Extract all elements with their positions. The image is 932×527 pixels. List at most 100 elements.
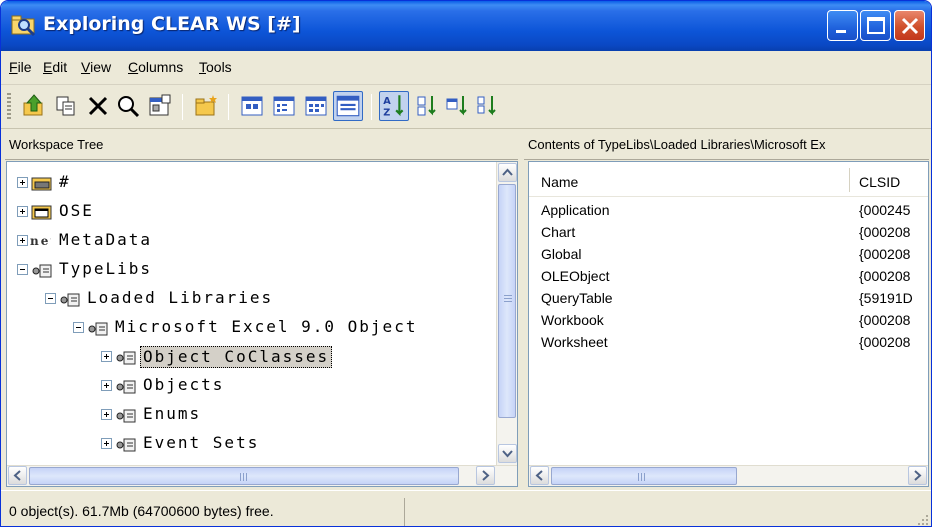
list-item[interactable]: Global {000208 [529,244,928,266]
scroll-up-button[interactable] [498,163,517,182]
status-bar: 0 object(s). 61.7Mb (64700600 bytes) fre… [1,490,931,526]
tree-node-loaded-libraries[interactable]: Loaded Libraries [7,286,487,312]
large-icons-view-icon[interactable] [239,93,265,119]
tree-node-metadata[interactable]: net MetaData [7,228,487,254]
list-item[interactable]: Worksheet {000208 [529,332,928,354]
typelib-icon [60,293,80,307]
menu-columns[interactable]: Columns [128,59,183,75]
sort-ascending-icon: A Z [383,95,404,119]
workspace-tree[interactable]: # OSE net MetaData TypeL [6,161,518,487]
list-item[interactable]: QueryTable {59191D [529,288,928,310]
scroll-left-button[interactable] [8,466,27,485]
find-icon[interactable] [115,93,141,119]
sort-by-size-icon[interactable] [415,93,441,119]
toolbar-grip[interactable] [7,93,11,121]
typelib-icon [116,438,136,452]
list-view-icon[interactable] [303,93,329,119]
scroll-grip-icon [504,295,512,303]
expand-icon[interactable] [101,351,112,362]
typelib-icon [32,264,52,278]
dotnet-icon: net [30,234,51,248]
copy-icon[interactable] [53,93,79,119]
tree-node-ose[interactable]: OSE [7,199,487,225]
menu-edit[interactable]: Edit [43,59,67,75]
typelib-icon [116,380,136,394]
toolbar-separator [228,94,229,120]
title-bar[interactable]: Exploring CLEAR WS [#] [1,1,931,51]
sort-ascending-button[interactable]: A Z [379,91,409,121]
tree-node-enums[interactable]: Enums [7,402,487,428]
new-folder-icon[interactable] [193,93,219,119]
collapse-icon[interactable] [73,322,84,333]
expand-icon[interactable] [17,177,28,188]
expand-icon[interactable] [101,409,112,420]
sort-by-type-icon[interactable] [445,93,471,119]
sort-by-date-icon[interactable] [475,93,501,119]
column-header-name[interactable]: Name [541,174,578,190]
properties-icon[interactable] [147,93,173,119]
tree-node-object-coclasses[interactable]: Object CoClasses [7,344,487,370]
resize-grip-icon[interactable] [915,512,929,526]
list-horizontal-scrollbar[interactable] [529,465,928,486]
svg-text:Z: Z [383,108,390,119]
collapse-icon[interactable] [45,293,56,304]
minimize-button[interactable] [827,10,858,41]
expand-icon[interactable] [17,235,28,246]
expand-icon[interactable] [101,438,112,449]
scroll-left-button[interactable] [530,466,549,485]
tree-scroll-thumb[interactable] [498,184,516,418]
tree-node-objects[interactable]: Objects [7,373,487,399]
chevron-down-icon [502,450,513,458]
details-view-button[interactable] [333,91,363,121]
maximize-button[interactable] [860,10,891,41]
contents-list[interactable]: Name CLSID Application {000245 Chart {0002… [528,161,929,487]
tree-hscroll-thumb[interactable] [29,467,459,485]
details-view-icon [336,95,360,117]
close-button[interactable] [894,10,925,41]
expand-icon[interactable] [101,380,112,391]
menu-tools[interactable]: Tools [199,59,232,75]
delete-icon[interactable] [85,93,111,119]
tree-node-event-sets[interactable]: Event Sets [7,431,487,457]
toolbar-separator [182,94,183,120]
tree-node-hash[interactable]: # [7,170,487,196]
maximize-icon [867,17,885,34]
pane-splitter[interactable] [518,130,524,487]
menu-file[interactable]: File [9,59,32,75]
list-item[interactable]: Application {000245 [529,200,928,222]
chevron-right-icon [482,470,490,481]
list-hscroll-thumb[interactable] [551,467,737,485]
column-header-clsid[interactable]: CLSID [859,174,900,190]
column-divider[interactable] [849,168,850,192]
workspace-tree-header: Workspace Tree [5,130,518,160]
tree-horizontal-scrollbar[interactable] [7,465,517,486]
column-headers: Name CLSID [529,162,928,197]
explorer-window: Exploring CLEAR WS [#] File Edit View Co… [0,0,932,527]
svg-text:net: net [30,234,51,248]
chevron-left-icon [535,470,543,481]
status-text: 0 object(s). 61.7Mb (64700600 bytes) fre… [5,498,405,526]
tree-vertical-scrollbar[interactable] [496,162,517,465]
list-item[interactable]: Workbook {000208 [529,310,928,332]
toolbar-separator [371,94,372,120]
tree-node-excel-library[interactable]: Microsoft Excel 9.0 Object [7,315,487,341]
scroll-right-button[interactable] [476,466,495,485]
small-icons-view-icon[interactable] [271,93,297,119]
collapse-icon[interactable] [17,264,28,275]
list-item[interactable]: Chart {000208 [529,222,928,244]
svg-text:A: A [383,96,391,107]
typelib-icon [116,351,136,365]
up-folder-icon[interactable] [21,93,47,119]
tree-node-typelibs[interactable]: TypeLibs [7,257,487,283]
drive-folder-icon [31,177,52,191]
list-item[interactable]: OLEObject {000208 [529,266,928,288]
scroll-down-button[interactable] [498,444,517,463]
typelib-icon [88,322,108,336]
scroll-right-button[interactable] [908,466,927,485]
expand-icon[interactable] [17,206,28,217]
scroll-grip-icon [638,473,646,481]
contents-path-header: Contents of TypeLibs\Loaded Libraries\Mi… [524,130,929,160]
toolbar: A Z [1,85,931,129]
scroll-grip-icon [240,473,248,481]
menu-view[interactable]: View [81,59,111,75]
